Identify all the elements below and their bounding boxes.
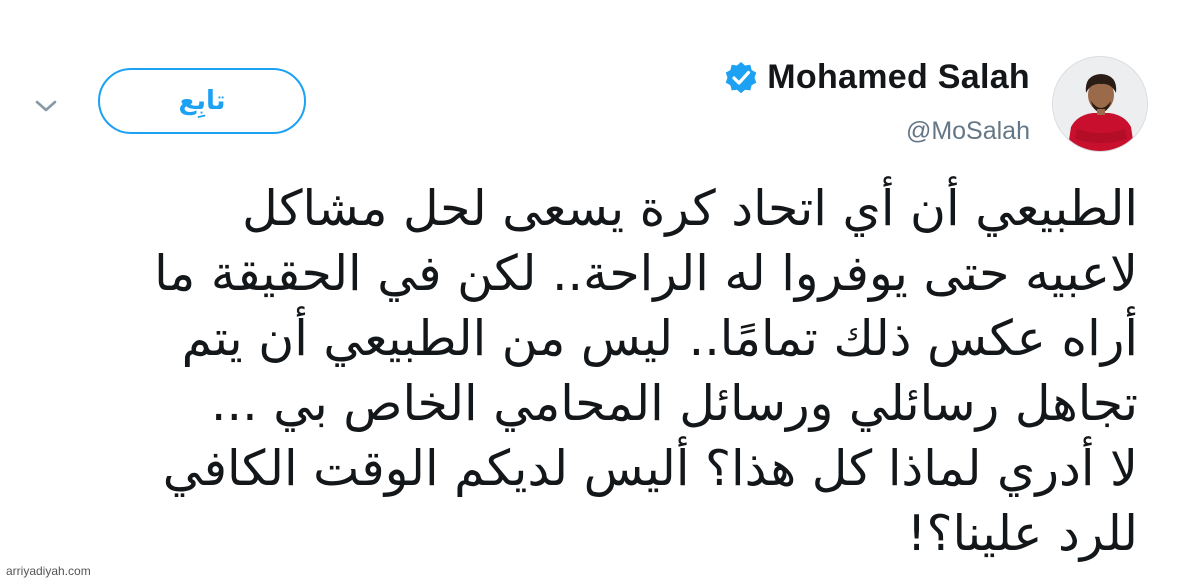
chevron-down-icon[interactable]	[28, 88, 64, 124]
follow-button[interactable]: تابِع	[98, 68, 306, 134]
tweet-line: أراه عكس ذلك تمامًا.. ليس من الطبيعي أن …	[181, 310, 1138, 367]
display-name[interactable]: Mohamed Salah	[767, 58, 1030, 97]
tweet-line: للرد علينا؟!	[906, 505, 1138, 562]
tweet-line: الطبيعي أن أي اتحاد كرة يسعى لحل مشاكل	[242, 180, 1138, 237]
verified-badge-icon	[723, 60, 759, 96]
watermark: arriyadiyah.com	[6, 564, 91, 578]
tweet-line: لا أدري لماذا كل هذا؟ أليس لديكم الوقت ا…	[162, 440, 1138, 497]
tweet-line: تجاهل رسائلي ورسائل المحامي الخاص بي ...	[210, 375, 1138, 432]
avatar[interactable]	[1052, 56, 1148, 152]
name-row: Mohamed Salah	[723, 58, 1030, 97]
profile-header: Mohamed Salah @MoSalah	[723, 58, 1030, 146]
tweet-line: لاعبيه حتى يوفروا له الراحة.. لكن في الح…	[154, 245, 1138, 302]
tweet-card: تابِع Mohamed Salah @MoSalah الطبيعي أن …	[0, 0, 1200, 582]
user-handle[interactable]: @MoSalah	[906, 117, 1030, 146]
tweet-text: الطبيعي أن أي اتحاد كرة يسعى لحل مشاكل ل…	[48, 176, 1138, 566]
